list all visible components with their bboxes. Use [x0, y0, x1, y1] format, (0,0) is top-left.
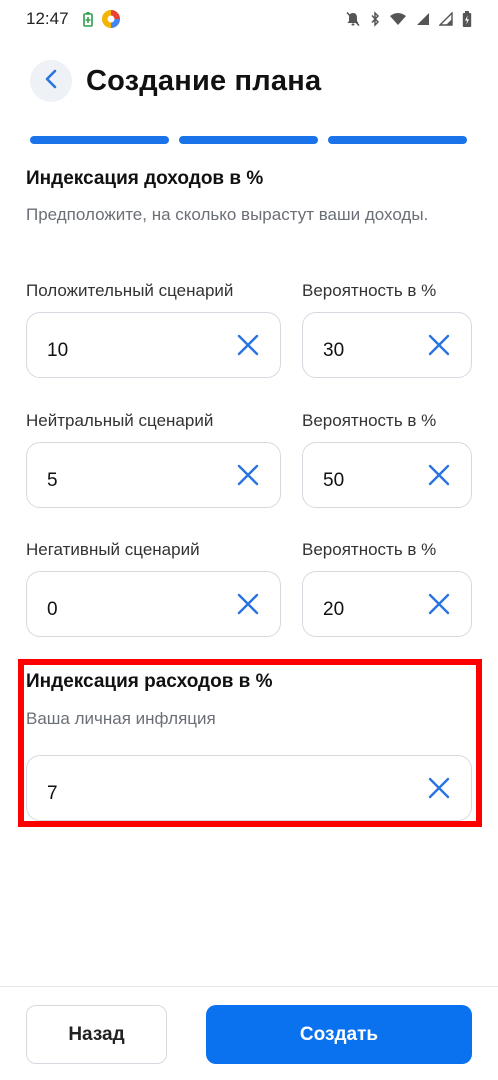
- progress-step: [179, 136, 318, 144]
- back-button[interactable]: [30, 60, 72, 102]
- clear-icon[interactable]: [236, 333, 260, 357]
- negative-probability-label: Вероятность в %: [302, 540, 437, 559]
- mute-icon: [345, 11, 361, 27]
- neutral-probability-value: 50: [323, 470, 345, 491]
- clear-icon[interactable]: [236, 463, 260, 487]
- clear-icon[interactable]: [427, 333, 451, 357]
- positive-probability-value: 30: [323, 340, 345, 361]
- status-time: 12:47: [26, 9, 69, 28]
- back-footer-button[interactable]: Назад: [26, 1005, 167, 1064]
- clear-icon[interactable]: [236, 592, 260, 616]
- clear-icon[interactable]: [427, 463, 451, 487]
- negative-probability-input[interactable]: 20: [302, 571, 472, 637]
- progress-steps: [30, 136, 467, 144]
- battery-icon: [462, 10, 472, 28]
- app-icon: [101, 9, 121, 29]
- page-title: Создание плана: [86, 64, 322, 97]
- clear-icon[interactable]: [427, 592, 451, 616]
- signal-icon: [439, 12, 453, 26]
- neutral-scenario-label: Нейтральный сценарий: [26, 411, 214, 430]
- progress-step: [328, 136, 467, 144]
- wifi-icon: [389, 12, 407, 26]
- highlight-frame: [18, 659, 482, 827]
- negative-scenario-label: Негативный сценарий: [26, 540, 200, 559]
- bluetooth-icon: [370, 11, 380, 27]
- battery-saver-icon: [82, 11, 93, 27]
- income-section-description: Предположите, на сколько вырастут ваши д…: [26, 205, 429, 224]
- create-button[interactable]: Создать: [206, 1005, 472, 1064]
- neutral-probability-label: Вероятность в %: [302, 411, 437, 430]
- positive-scenario-input[interactable]: 10: [26, 312, 281, 378]
- neutral-scenario-input[interactable]: 5: [26, 442, 281, 508]
- signal-icon: [416, 12, 430, 26]
- neutral-probability-input[interactable]: 50: [302, 442, 472, 508]
- income-section-title: Индексация доходов в %: [26, 168, 264, 189]
- status-bar: 12:47: [0, 0, 498, 38]
- negative-scenario-value: 0: [47, 599, 58, 620]
- chevron-left-icon: [44, 69, 58, 94]
- header: Создание плана: [30, 58, 478, 104]
- neutral-scenario-value: 5: [47, 470, 58, 491]
- negative-probability-value: 20: [323, 599, 345, 620]
- positive-probability-label: Вероятность в %: [302, 281, 437, 300]
- progress-step: [30, 136, 169, 144]
- positive-probability-input[interactable]: 30: [302, 312, 472, 378]
- footer-divider: [0, 986, 498, 987]
- negative-scenario-input[interactable]: 0: [26, 571, 281, 637]
- positive-scenario-label: Положительный сценарий: [26, 281, 234, 300]
- positive-scenario-value: 10: [47, 340, 69, 361]
